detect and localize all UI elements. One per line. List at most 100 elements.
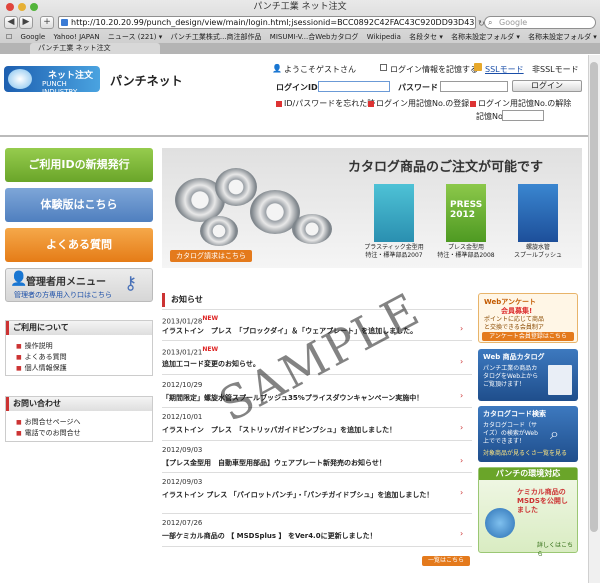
tab-bar: パンチ工業 ネット注文 bbox=[0, 43, 600, 54]
catalog-thumbnail-image bbox=[548, 365, 572, 395]
zoom-window-button[interactable] bbox=[30, 3, 38, 11]
environment-more-link[interactable]: 詳しくはこちら bbox=[537, 540, 577, 558]
news-date: 2012/09/03 bbox=[162, 446, 203, 454]
bookmark-item[interactable]: Google bbox=[21, 33, 46, 41]
arrow-right-icon[interactable]: › bbox=[460, 391, 463, 400]
environment-title: パンチの環境対応 bbox=[479, 468, 577, 480]
arrow-right-icon[interactable]: › bbox=[460, 456, 463, 465]
search-placeholder: Google bbox=[499, 18, 528, 27]
contact-item[interactable]: 電話でのお問合せ bbox=[6, 428, 152, 439]
bookmark-item[interactable]: 名段タセ ▾ bbox=[409, 33, 443, 41]
usage-item[interactable]: 操作説明 bbox=[6, 341, 152, 352]
web-enquete-register-button[interactable]: アンケート会員登録はこちら bbox=[482, 332, 574, 341]
news-divider bbox=[162, 309, 472, 310]
usage-item[interactable]: 個人情報保護 bbox=[6, 363, 152, 374]
news-divider bbox=[162, 546, 472, 547]
news-date: 2012/10/29 bbox=[162, 381, 203, 389]
catalog-cover-text: PRESS 2012 bbox=[450, 200, 483, 220]
window-title: パンチ工業 ネット注文 bbox=[253, 2, 347, 12]
login-button[interactable]: ログイン bbox=[512, 80, 582, 92]
catalog-code-list-link[interactable]: 対象商品が見るくさ一覧を見る bbox=[483, 448, 567, 457]
new-id-button[interactable]: ご利用IDの新規発行 bbox=[5, 148, 153, 182]
register-memory-text: ログイン用記憶No.の登録 bbox=[376, 99, 470, 108]
non-ssl-mode-link[interactable]: 非SSLモード bbox=[532, 64, 579, 75]
news-date: 2012/10/01 bbox=[162, 413, 203, 421]
add-bookmark-icon[interactable]: + bbox=[40, 16, 54, 29]
forgot-password-link[interactable]: ID/パスワードを忘れた時 bbox=[276, 98, 375, 109]
catalog-cover-press[interactable]: PRESS 2012 bbox=[446, 184, 486, 242]
bookmarks-icon[interactable]: ☐ bbox=[6, 33, 12, 41]
site-logo[interactable]: ネット注文 PUNCH INDUSTRY bbox=[4, 66, 100, 96]
memory-no-input[interactable] bbox=[502, 110, 544, 121]
bookmark-item[interactable]: パンチ工業株式...商注部作品 bbox=[171, 33, 262, 41]
bookmarks-bar: ☐ Google Yahoo! JAPAN ニュース (221) ▾ パンチ工業… bbox=[0, 32, 600, 43]
news-more-button[interactable]: 一覧はこちら bbox=[422, 556, 470, 566]
news-item-link[interactable]: 【プレス金型用 自動車型用部品】ウェアプレート新発売のお知らせ！ bbox=[162, 458, 386, 468]
catalog-request-button[interactable]: カタログ請求はこちら bbox=[170, 250, 252, 262]
trial-button[interactable]: 体験版はこちら bbox=[5, 188, 153, 222]
catalog-code-title: カタログコード検索 bbox=[483, 410, 546, 418]
metal-part-image bbox=[200, 216, 238, 246]
login-id-label: ログインID bbox=[276, 83, 318, 92]
environment-banner[interactable]: パンチの環境対応 ケミカル商品のMSDSを公開しました 詳しくはこちら bbox=[478, 467, 578, 558]
faq-button[interactable]: よくある質問 bbox=[5, 228, 153, 262]
usage-title: ご利用について bbox=[6, 321, 152, 335]
welcome-text: ようこそゲストさん bbox=[284, 65, 356, 74]
admin-menu-title: 管理者用メニュー bbox=[26, 277, 106, 288]
admin-menu-button[interactable]: 👤 管理者用メニュー 管理者の方専用入り口はこちら ⚷ bbox=[5, 268, 153, 302]
remember-checkbox[interactable] bbox=[380, 64, 387, 71]
bookmark-item[interactable]: ニュース (221) ▾ bbox=[108, 33, 162, 41]
release-memory-link[interactable]: ログイン用記憶No.の解除 bbox=[470, 98, 571, 109]
bookmark-item[interactable]: MISUMI-V...合Webカタログ bbox=[270, 33, 359, 41]
contact-box: お問い合わせ お問合せページへ 電話でのお問合せ bbox=[5, 396, 153, 442]
bookmark-item[interactable]: 名称未設定フォルダ ▾ bbox=[451, 33, 520, 41]
news-item-link[interactable]: イラストイン プレス 「ストリッパガイドピンブシュ」を追加しました！ bbox=[162, 425, 396, 435]
ssl-mode-link[interactable]: SSLモード bbox=[485, 64, 524, 75]
news-item-link[interactable]: 一部ケミカル商品の 【 MSDSplus 】 をVer4.0に更新しました！ bbox=[162, 531, 377, 541]
usage-box: ご利用について 操作説明 よくある質問 個人情報保護 bbox=[5, 320, 153, 376]
usage-item[interactable]: よくある質問 bbox=[6, 352, 152, 363]
arrow-right-icon[interactable]: › bbox=[460, 529, 463, 538]
arrow-right-icon[interactable]: › bbox=[460, 324, 463, 333]
tab-active[interactable]: パンチ工業 ネット注文 bbox=[30, 43, 160, 54]
news-date: 2012/09/03 bbox=[162, 478, 203, 486]
news-date: 2013/01/21NEW bbox=[162, 346, 218, 356]
news-divider bbox=[162, 407, 472, 408]
scrollbar-thumb[interactable] bbox=[590, 62, 598, 532]
catalog-caption: プレス金型用 特注・標準部品2008 bbox=[437, 244, 495, 259]
catalog-cover-plastic[interactable] bbox=[374, 184, 414, 242]
register-memory-link[interactable]: ログイン用記憶No.の登録 bbox=[368, 98, 469, 109]
catalog-cover-spool[interactable] bbox=[518, 184, 558, 242]
link-bullet-icon bbox=[276, 100, 282, 107]
admin-user-icon: 👤 bbox=[10, 271, 28, 287]
site-favicon-icon bbox=[61, 19, 68, 26]
login-id-input[interactable] bbox=[318, 81, 390, 92]
arrow-right-icon[interactable]: › bbox=[460, 423, 463, 432]
web-enquete-banner[interactable]: Webアンケート 会員募集! ポイントに応じて商品と交換できる会員制アンケート … bbox=[478, 293, 578, 343]
web-catalog-banner[interactable]: Web 商品カタログ パンチ工業の商品カタログをWeb上からご覧頂けます！ bbox=[478, 349, 578, 401]
catalog-code-banner[interactable]: カタログコード検索 カタログコード（サイズ）の検索がWeb上でできます！ 対象商… bbox=[478, 406, 578, 462]
bookmark-item[interactable]: Yahoo! JAPAN bbox=[53, 33, 99, 41]
catalog-code-desc: カタログコード（サイズ）の検索がWeb上でできます！ bbox=[483, 422, 538, 445]
contact-item[interactable]: お問合せページへ bbox=[6, 417, 152, 428]
forward-icon[interactable]: ▶ bbox=[19, 16, 33, 29]
catalog-caption: 螺旋水管 スプールブッシュ bbox=[513, 244, 562, 259]
bookmark-item[interactable]: 名称未設定フォルダ ▾ bbox=[528, 33, 597, 41]
arrow-right-icon[interactable]: › bbox=[460, 357, 463, 366]
banner-title: カタログ商品のご注文が可能です bbox=[348, 160, 544, 175]
back-icon[interactable]: ◀ bbox=[4, 16, 18, 29]
password-input[interactable] bbox=[440, 81, 508, 92]
link-bullet-icon bbox=[368, 100, 374, 107]
news-item-link[interactable]: イラストイン プレス 「パイロットパンチ」・「パンチガイドブシュ」を追加しました… bbox=[162, 490, 433, 500]
news-date-text: 2013/01/28 bbox=[162, 317, 203, 326]
url-input[interactable]: http://10.20.20.99/punch_design/view/mai… bbox=[58, 16, 476, 29]
search-input[interactable]: ⌕ Google bbox=[484, 16, 596, 29]
logo-globe-icon bbox=[8, 69, 32, 89]
close-window-button[interactable] bbox=[6, 3, 14, 11]
search-icon: ⌕ bbox=[488, 18, 493, 27]
bookmark-item[interactable]: Wikipedia bbox=[367, 33, 401, 41]
password-label: パスワード bbox=[398, 83, 438, 92]
minimize-window-button[interactable] bbox=[18, 3, 26, 11]
web-catalog-desc: パンチ工業の商品カタログをWeb上からご覧頂けます！ bbox=[483, 365, 539, 388]
arrow-right-icon[interactable]: › bbox=[460, 488, 463, 497]
